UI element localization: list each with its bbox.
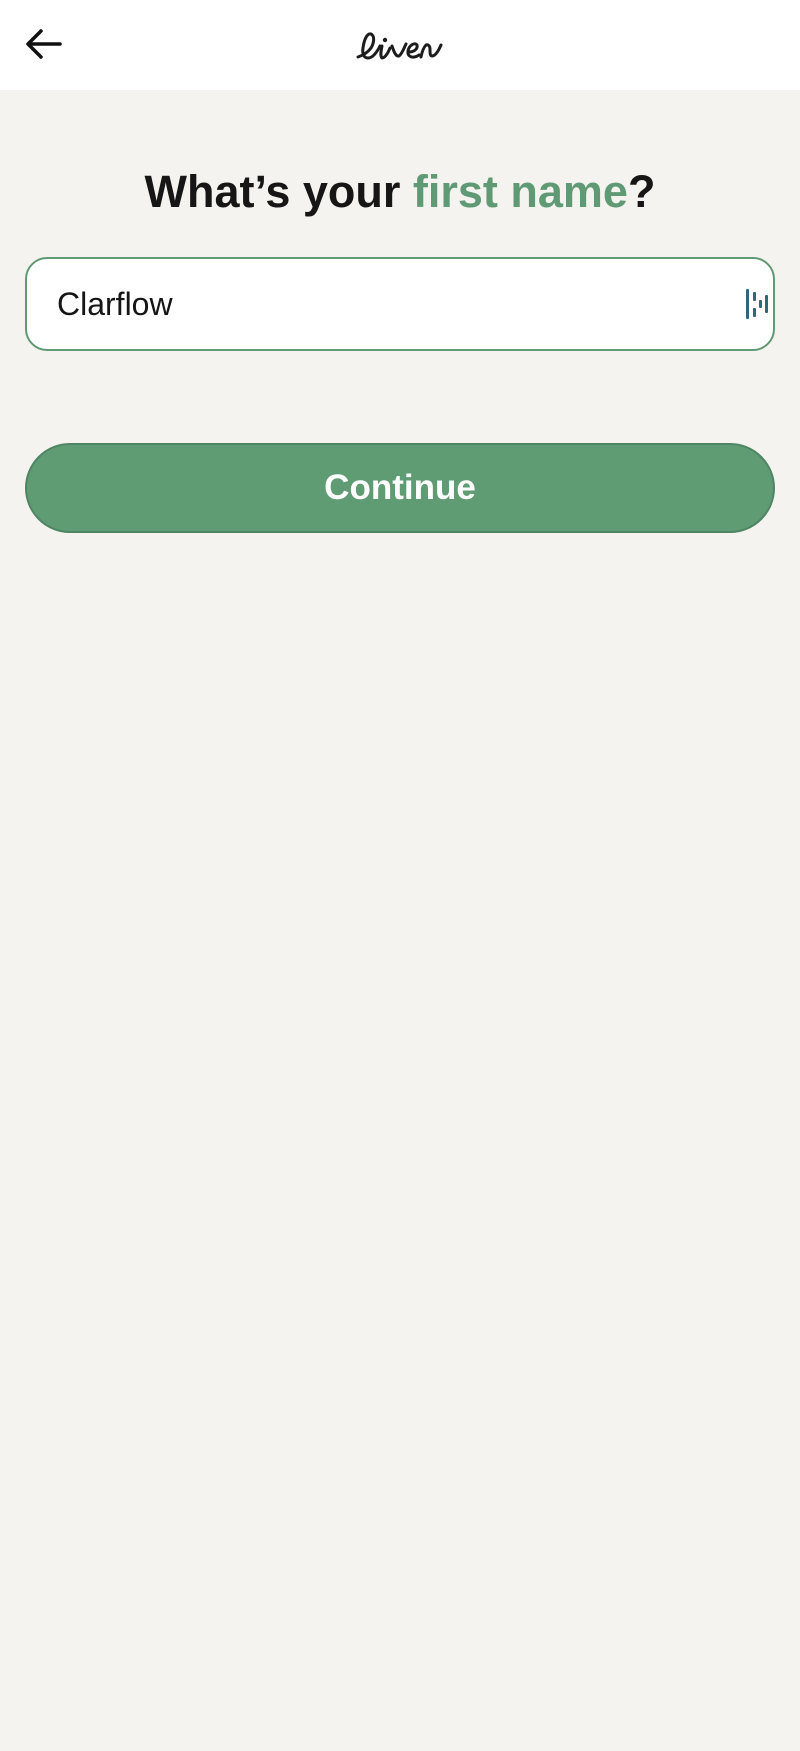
title-prefix: What’s your bbox=[144, 166, 413, 218]
liven-logo-mark bbox=[356, 32, 443, 60]
back-arrow-icon bbox=[26, 29, 62, 59]
first-name-input[interactable] bbox=[57, 259, 697, 349]
continue-button[interactable]: Continue bbox=[25, 443, 775, 533]
first-name-field bbox=[25, 257, 775, 351]
password-manager-icon[interactable] bbox=[745, 288, 769, 320]
back-button[interactable] bbox=[16, 16, 72, 72]
title-highlight: first name bbox=[412, 166, 628, 218]
top-app-bar: liven bbox=[0, 0, 800, 90]
page-title: What’s your first name? bbox=[0, 162, 800, 222]
title-suffix: ? bbox=[627, 166, 656, 218]
liven-logo: liven bbox=[340, 22, 460, 68]
